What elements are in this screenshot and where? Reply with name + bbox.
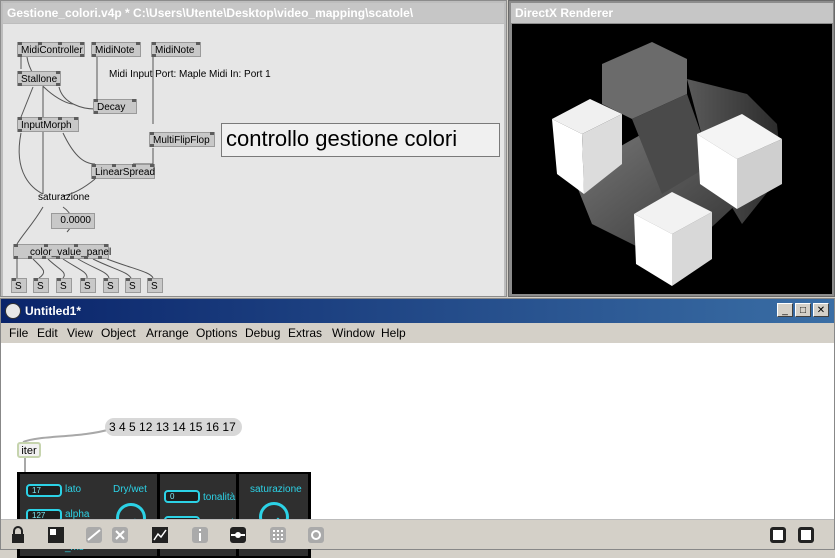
info-icon[interactable]	[191, 526, 209, 544]
bottom-toolbar	[1, 519, 834, 549]
inspector-chart-icon[interactable]	[151, 526, 169, 544]
send-label-7: S	[151, 281, 158, 292]
saturazione-value-box[interactable]: 0.0000	[51, 213, 95, 229]
presentation-icon[interactable]	[47, 526, 65, 544]
rendered-cubes-scene	[552, 42, 782, 286]
max-window-title: Untitled1*	[25, 304, 82, 318]
max-titlebar[interactable]: Untitled1* _ □ ✕	[1, 299, 834, 323]
vvvv-patch-canvas[interactable]: MidiController MidiNote MidiNote Midi In…	[3, 24, 504, 296]
snap-icon[interactable]	[307, 526, 325, 544]
renderer-viewport[interactable]	[512, 24, 832, 294]
lato-number-box[interactable]: 17	[26, 484, 62, 497]
renderer-window-title[interactable]: DirectX Renderer	[511, 3, 833, 23]
decay-node[interactable]: Decay	[93, 99, 137, 114]
directx-renderer-window: DirectX Renderer	[508, 0, 835, 297]
patch-comment[interactable]: controllo gestione colori	[221, 123, 500, 157]
message-box[interactable]: 3 4 5 12 13 14 15 16 17	[105, 418, 242, 436]
send-node-6[interactable]: S	[125, 278, 141, 293]
menu-options[interactable]: Options	[196, 326, 237, 340]
send-label-3: S	[60, 281, 67, 292]
iter-object[interactable]: iter	[17, 442, 41, 458]
dry-wet-label: Dry/wet	[113, 484, 147, 495]
max-app-icon[interactable]	[5, 303, 21, 319]
send-node-7[interactable]: S	[147, 278, 163, 293]
menu-debug[interactable]: Debug	[245, 326, 280, 340]
send-node-5[interactable]: S	[103, 278, 119, 293]
menu-arrange[interactable]: Arrange	[146, 326, 189, 340]
midinote-label-1: MidiNote	[95, 45, 135, 56]
close-patch-icon[interactable]	[111, 526, 129, 544]
inputmorph-label: InputMorph	[21, 120, 72, 131]
menu-edit[interactable]: Edit	[37, 326, 58, 340]
multiflipflop-label: MultiFlipFlop	[153, 135, 210, 146]
grid-icon[interactable]	[269, 526, 287, 544]
send-node-1[interactable]: S	[11, 278, 27, 293]
lock-icon[interactable]	[9, 526, 27, 544]
send-label-1: S	[15, 281, 22, 292]
send-node-4[interactable]: S	[80, 278, 96, 293]
send-label-6: S	[129, 281, 136, 292]
inputmorph-node[interactable]: InputMorph	[17, 117, 79, 132]
connect-icon[interactable]	[229, 526, 247, 544]
lato-label: lato	[65, 484, 82, 495]
maximize-button[interactable]: □	[795, 303, 811, 317]
menu-extras[interactable]: Extras	[288, 326, 322, 340]
tonalita-number-box[interactable]: 0	[164, 490, 200, 503]
menu-window[interactable]: Window	[332, 326, 375, 340]
close-button[interactable]: ✕	[813, 303, 829, 317]
stallone-node[interactable]: Stallone	[17, 71, 61, 86]
menu-object[interactable]: Object	[101, 326, 136, 340]
linearspread-node[interactable]: LinearSpread	[91, 164, 155, 179]
midicontroller-node[interactable]: MidiController	[17, 42, 85, 57]
max-patcher-canvas[interactable]: 3 4 5 12 13 14 15 16 17 iter 17 lato 127…	[1, 343, 834, 558]
midinote-node-2[interactable]: MidiNote	[151, 42, 201, 57]
view-mode-right-icon[interactable]	[797, 526, 815, 544]
multiflipflop-node[interactable]: MultiFlipFlop	[149, 132, 215, 147]
minimize-button[interactable]: _	[777, 303, 793, 317]
midinote-label-2: MidiNote	[155, 45, 195, 56]
midi-input-port-label: Midi Input Port: Maple Midi In: Port 1	[109, 69, 271, 80]
view-mode-left-icon[interactable]	[769, 526, 787, 544]
saturazione-label: saturazione	[38, 192, 90, 203]
tonalita-label: tonalità	[203, 492, 236, 503]
send-label-2: S	[37, 281, 44, 292]
linearspread-label: LinearSpread	[95, 167, 156, 178]
decay-label: Decay	[97, 102, 126, 113]
send-node-3[interactable]: S	[56, 278, 72, 293]
menu-help[interactable]: Help	[381, 326, 406, 340]
menu-bar: File Edit View Object Arrange Options De…	[1, 323, 834, 343]
menu-file[interactable]: File	[9, 326, 28, 340]
max-patcher-window: Untitled1* _ □ ✕ File Edit View Object A…	[0, 298, 835, 558]
midicontroller-label: MidiController	[21, 45, 83, 56]
vvvv-window-title[interactable]: Gestione_colori.v4p * C:\Users\Utente\De…	[3, 3, 504, 23]
send-label-4: S	[84, 281, 91, 292]
color-value-panel-node[interactable]: color_value_panel	[13, 244, 111, 259]
menu-view[interactable]: View	[67, 326, 93, 340]
send-label-5: S	[107, 281, 114, 292]
midinote-node-1[interactable]: MidiNote	[91, 42, 141, 57]
vvvv-patch-window: Gestione_colori.v4p * C:\Users\Utente\De…	[0, 0, 507, 297]
send-node-2[interactable]: S	[33, 278, 49, 293]
patch-cord-icon[interactable]	[85, 526, 103, 544]
stallone-label: Stallone	[21, 74, 58, 85]
saturazione-dial-label: saturazione	[250, 484, 302, 495]
